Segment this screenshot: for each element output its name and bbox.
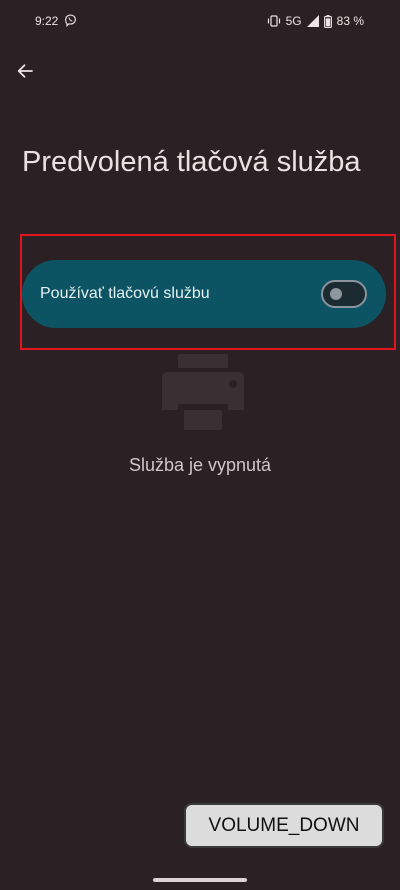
use-print-service-toggle[interactable]: Používať tlačovú službu xyxy=(22,260,386,328)
toggle-label: Používať tlačovú službu xyxy=(40,285,210,302)
status-time: 9:22 xyxy=(35,14,59,28)
key-event-badge: VOLUME_DOWN xyxy=(184,803,384,848)
network-type: 5G xyxy=(285,14,302,28)
toggle-switch[interactable] xyxy=(321,280,367,308)
signal-icon xyxy=(306,15,319,27)
status-icons: 5G 83 % xyxy=(267,13,364,29)
viber-icon xyxy=(65,14,76,27)
back-button[interactable] xyxy=(10,56,40,86)
status-bar: 9:22 5G 83 % xyxy=(0,0,400,44)
switch-thumb xyxy=(330,288,342,300)
printer-icon xyxy=(162,354,244,430)
battery-percent: 83 % xyxy=(336,14,364,28)
home-indicator[interactable] xyxy=(153,878,247,882)
arrow-back-icon xyxy=(17,64,33,78)
vibrate-icon xyxy=(267,15,280,27)
battery-icon xyxy=(323,14,332,28)
empty-state-text: Služba je vypnutá xyxy=(128,455,272,475)
page-title: Predvolená tlačová služba xyxy=(22,146,361,178)
